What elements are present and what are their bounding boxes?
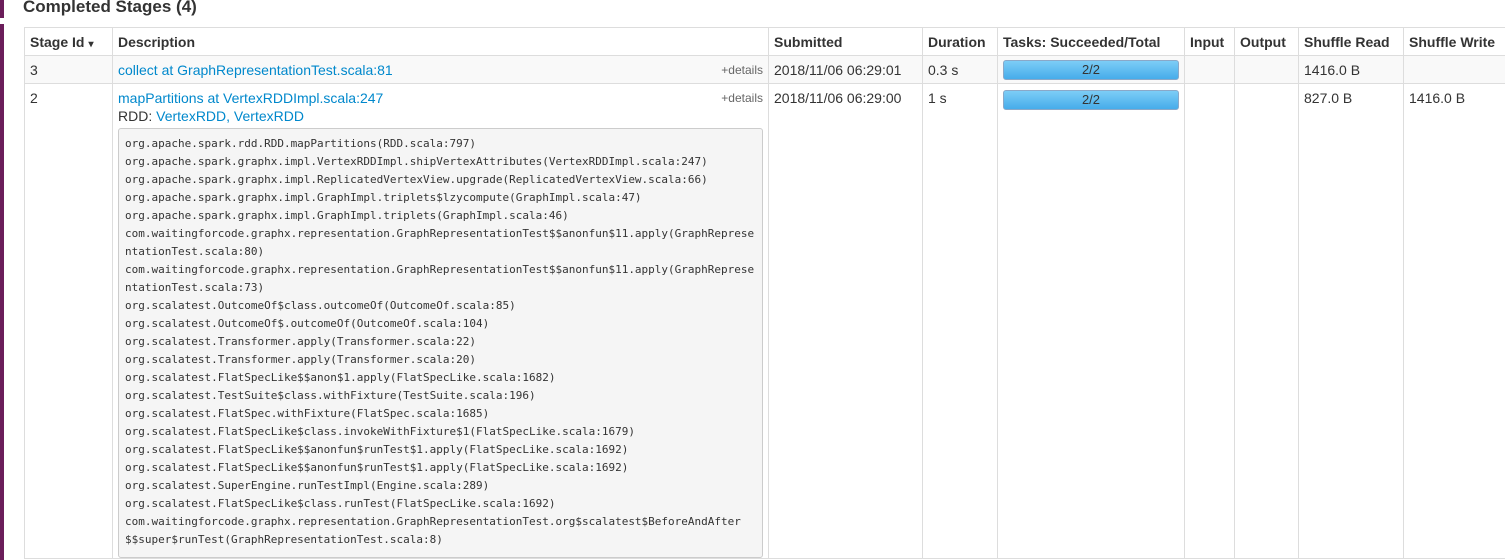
header-output[interactable]: Output bbox=[1234, 27, 1299, 56]
input-cell bbox=[1184, 83, 1235, 559]
stage-description-link[interactable]: mapPartitions at VertexRDDImpl.scala:247 bbox=[118, 90, 383, 106]
header-description[interactable]: Description bbox=[112, 27, 769, 56]
submitted-cell: 2018/11/06 06:29:01 bbox=[768, 55, 923, 84]
stage-id-cell: 3 bbox=[24, 55, 113, 84]
header-duration[interactable]: Duration bbox=[922, 27, 998, 56]
submitted-cell: 2018/11/06 06:29:00 bbox=[768, 83, 923, 559]
tasks-cell: 2/2 bbox=[997, 55, 1185, 84]
stack-trace-details: org.apache.spark.rdd.RDD.mapPartitions(R… bbox=[118, 128, 763, 558]
header-input[interactable]: Input bbox=[1184, 27, 1235, 56]
rdd-label: RDD: bbox=[118, 108, 157, 124]
table-row: 3 collect at GraphRepresentationTest.sca… bbox=[24, 55, 1505, 84]
header-tasks[interactable]: Tasks: Succeeded/Total bbox=[997, 27, 1185, 56]
details-toggle[interactable]: +details bbox=[721, 63, 763, 77]
description-cell: mapPartitions at VertexRDDImpl.scala:247… bbox=[112, 83, 769, 559]
window-edge-strip bbox=[0, 0, 4, 560]
header-shuffle-write[interactable]: Shuffle Write bbox=[1403, 27, 1505, 56]
stage-id-cell: 2 bbox=[24, 83, 113, 559]
header-stage-id[interactable]: Stage Id ▾ bbox=[24, 27, 113, 56]
tasks-cell: 2/2 bbox=[997, 83, 1185, 559]
table-header-row: Stage Id ▾ Description Submitted Duration… bbox=[24, 27, 1505, 56]
shuffle-read-cell: 1416.0 B bbox=[1298, 55, 1404, 84]
section-title: Completed Stages (4) bbox=[23, 0, 197, 16]
tasks-progress-label: 2/2 bbox=[1081, 61, 1101, 77]
completed-stages-table: Stage Id ▾ Description Submitted Duration… bbox=[24, 27, 1505, 559]
header-submitted[interactable]: Submitted bbox=[768, 27, 923, 56]
stage-description-link[interactable]: collect at GraphRepresentationTest.scala… bbox=[118, 62, 393, 78]
sort-desc-icon[interactable]: ▾ bbox=[88, 39, 93, 50]
table-row: 2 mapPartitions at VertexRDDImpl.scala:2… bbox=[24, 83, 1505, 559]
tasks-progress-bar: 2/2 bbox=[1003, 59, 1179, 80]
rdd-link[interactable]: VertexRDD, VertexRDD bbox=[156, 108, 304, 124]
header-stage-id-label: Stage Id bbox=[30, 33, 85, 50]
duration-cell: 0.3 s bbox=[922, 55, 998, 84]
shuffle-write-cell: 1416.0 B bbox=[1403, 83, 1505, 559]
window-edge-notch bbox=[0, 18, 4, 24]
input-cell bbox=[1184, 55, 1235, 84]
duration-cell: 1 s bbox=[922, 83, 998, 559]
shuffle-read-cell: 827.0 B bbox=[1298, 83, 1404, 559]
output-cell bbox=[1234, 55, 1299, 84]
header-shuffle-read[interactable]: Shuffle Read bbox=[1298, 27, 1404, 56]
description-cell: collect at GraphRepresentationTest.scala… bbox=[112, 55, 769, 84]
tasks-progress-bar: 2/2 bbox=[1003, 90, 1179, 110]
tasks-progress-label: 2/2 bbox=[1081, 92, 1101, 107]
details-toggle[interactable]: +details bbox=[721, 91, 763, 105]
shuffle-write-cell bbox=[1403, 55, 1505, 84]
output-cell bbox=[1234, 83, 1299, 559]
